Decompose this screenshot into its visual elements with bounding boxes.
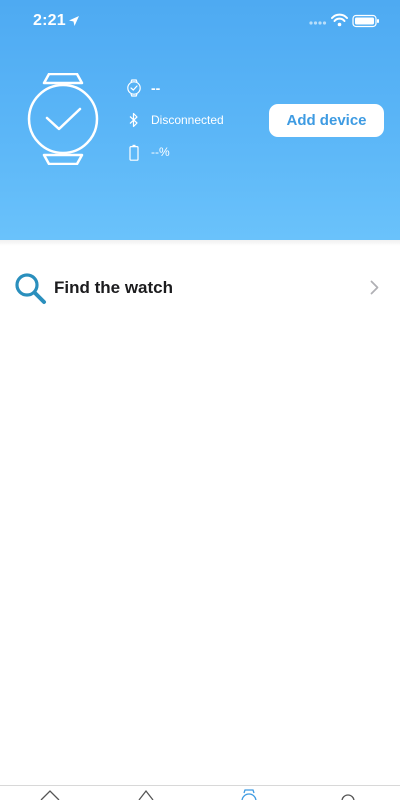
device-header: 2:21 -- Disconnected --% Add device bbox=[0, 0, 400, 246]
small-watch-icon bbox=[127, 79, 141, 97]
find-watch-label: Find the watch bbox=[54, 278, 173, 297]
status-bar: 2:21 bbox=[0, 0, 400, 44]
bluetooth-icon bbox=[129, 112, 138, 128]
watch-name: -- bbox=[151, 80, 161, 96]
watch-icon bbox=[27, 73, 99, 165]
add-device-button[interactable]: Add device bbox=[269, 104, 384, 137]
home-icon[interactable] bbox=[40, 789, 60, 800]
connection-status: Disconnected bbox=[151, 113, 224, 127]
battery-row: --% bbox=[125, 142, 170, 162]
connection-row: Disconnected bbox=[125, 110, 224, 130]
tab-bar bbox=[0, 785, 400, 800]
status-time: 2:21 bbox=[33, 12, 66, 29]
cellular-signal-icon bbox=[309, 21, 327, 25]
battery-level: --% bbox=[151, 145, 170, 159]
diamond-icon[interactable] bbox=[138, 789, 154, 800]
tab-watch-icon[interactable] bbox=[240, 789, 258, 800]
wifi-icon bbox=[331, 13, 348, 27]
watch-name-row: -- bbox=[125, 78, 160, 98]
location-arrow-icon bbox=[69, 16, 79, 26]
battery-icon bbox=[352, 14, 379, 28]
profile-icon[interactable] bbox=[340, 789, 356, 800]
chevron-right-icon bbox=[370, 280, 379, 295]
find-watch-item[interactable]: Find the watch bbox=[0, 262, 400, 314]
battery-level-icon bbox=[129, 144, 139, 161]
magnifier-icon bbox=[15, 273, 46, 304]
